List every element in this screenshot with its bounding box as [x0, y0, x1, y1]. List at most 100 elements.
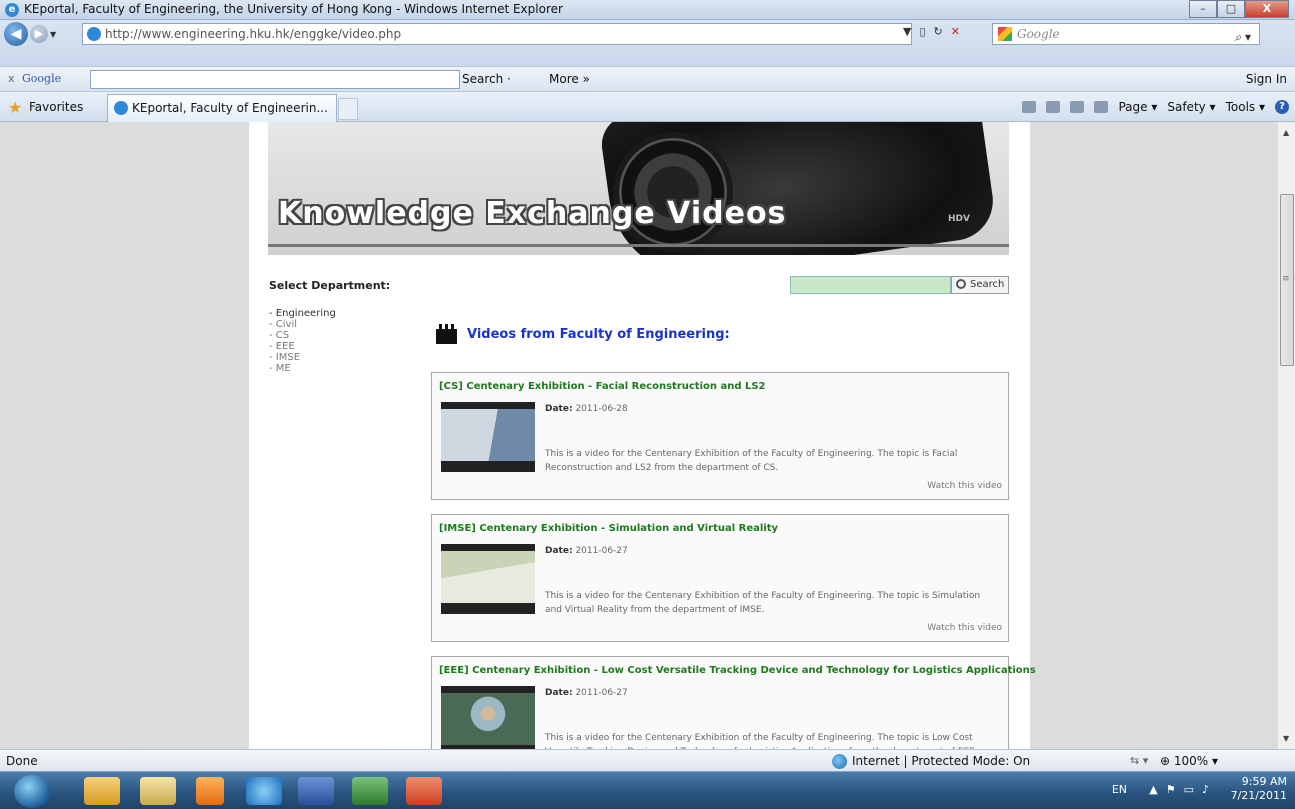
- video-thumbnail[interactable]: [441, 402, 535, 472]
- video-date: Date: 2011-06-27: [545, 688, 628, 698]
- safety-menu[interactable]: Safety ▾: [1167, 100, 1215, 114]
- start-button[interactable]: [14, 775, 50, 808]
- watch-video-link[interactable]: Watch this video: [927, 481, 1002, 491]
- mail-icon[interactable]: [1070, 101, 1085, 113]
- video-date-value: 2011-06-28: [575, 404, 628, 414]
- banner: HDV Knowledge Exchange Videos: [268, 122, 1009, 255]
- google-toolbar: x Google Search · More » Sign In: [0, 66, 1295, 92]
- video-card: [CS] Centenary Exhibition - Facial Recon…: [431, 372, 1009, 500]
- video-description: This is a video for the Centenary Exhibi…: [545, 449, 958, 473]
- department-link-cs[interactable]: - CS: [269, 330, 336, 341]
- video-date-label: Date:: [545, 546, 573, 556]
- video-thumbnail[interactable]: [441, 544, 535, 614]
- more-button[interactable]: More »: [549, 72, 590, 86]
- command-bar: Page ▾ Safety ▾ Tools ▾ ?: [1022, 100, 1289, 114]
- page-content: HDV Knowledge Exchange Videos Select Dep…: [249, 122, 1036, 749]
- security-zone-label: Internet | Protected Mode: On: [852, 754, 1031, 768]
- window-title: KEportal, Faculty of Engineering, the Un…: [24, 2, 563, 16]
- window-titlebar: e KEportal, Faculty of Engineering, the …: [0, 0, 1295, 20]
- sign-in-button[interactable]: Sign In: [1246, 72, 1287, 86]
- protected-mode-icon[interactable]: ⇆ ▾: [1130, 754, 1148, 767]
- history-dropdown-icon[interactable]: ▼: [50, 30, 56, 39]
- new-tab-button[interactable]: [338, 98, 358, 120]
- favorites-bar: ★ Favorites KEportal, Faculty of Enginee…: [0, 92, 1295, 122]
- address-dropdown-icon[interactable]: ▼: [903, 25, 911, 38]
- video-date-value: 2011-06-27: [575, 688, 628, 698]
- videos-heading-text: Videos from Faculty of Engineering:: [467, 326, 730, 342]
- status-text: Done: [6, 754, 38, 768]
- google-search-button[interactable]: Search ·: [462, 72, 511, 86]
- ie-logo-icon: e: [5, 3, 19, 17]
- search-engine-name: Google: [1017, 27, 1060, 41]
- search-box[interactable]: Google ⌕ ▾: [992, 23, 1260, 45]
- page-favicon-icon: [87, 27, 101, 41]
- print-icon[interactable]: [1094, 101, 1109, 113]
- google-search-icon: [998, 27, 1012, 41]
- excel-taskbar-icon[interactable]: [352, 777, 388, 805]
- address-url[interactable]: http://www.engineering.hku.hk/enggke/vid…: [105, 27, 401, 41]
- department-link-engineering[interactable]: - Engineering: [269, 308, 336, 319]
- security-zone[interactable]: Internet | Protected Mode: On: [832, 754, 1031, 769]
- app-taskbar-icon[interactable]: [406, 777, 442, 805]
- back-button[interactable]: ◀: [4, 22, 28, 46]
- forward-button[interactable]: ▶: [30, 25, 48, 43]
- address-bar[interactable]: http://www.engineering.hku.hk/enggke/vid…: [82, 23, 912, 45]
- navigation-bar: ◀ ▶ ▼ http://www.engineering.hku.hk/engg…: [0, 20, 1295, 66]
- clock-time[interactable]: 9:59 AM: [1231, 775, 1287, 789]
- video-card: [IMSE] Centenary Exhibition - Simulation…: [431, 514, 1009, 642]
- google-toolbar-input[interactable]: [90, 70, 460, 89]
- select-department-label: Select Department:: [269, 279, 391, 292]
- video-search-button[interactable]: Search: [951, 276, 1009, 294]
- video-title-link[interactable]: [EEE] Centenary Exhibition - Low Cost Ve…: [439, 665, 1036, 676]
- department-link-civil[interactable]: - Civil: [269, 319, 336, 330]
- browser-tab[interactable]: KEportal, Faculty of Engineerin...: [107, 94, 337, 122]
- close-button[interactable]: X: [1245, 0, 1289, 18]
- search-go-icon[interactable]: ⌕ ▾: [1234, 30, 1251, 45]
- department-link-me[interactable]: - ME: [269, 363, 336, 374]
- outlook-taskbar-icon[interactable]: [84, 777, 120, 805]
- scroll-grip-icon: ≡: [1282, 274, 1290, 284]
- tools-menu[interactable]: Tools ▾: [1226, 100, 1265, 114]
- stop-icon[interactable]: ✕: [951, 25, 960, 38]
- help-icon[interactable]: ?: [1275, 100, 1289, 114]
- clapperboard-icon: [436, 324, 457, 344]
- department-link-eee[interactable]: - EEE: [269, 341, 336, 352]
- watch-video-link[interactable]: Watch this video: [927, 623, 1002, 633]
- scroll-up-icon[interactable]: ▲: [1283, 128, 1289, 137]
- home-icon[interactable]: [1022, 101, 1037, 113]
- window-controls: – □ X: [1189, 0, 1289, 19]
- ie-taskbar-icon[interactable]: [246, 777, 282, 805]
- banner-divider: [268, 244, 1009, 247]
- video-card: [EEE] Centenary Exhibition - Low Cost Ve…: [431, 656, 1036, 749]
- tray-icons[interactable]: ▲⚑▭♪: [1149, 783, 1217, 797]
- department-list: - Engineering - Civil - CS - EEE - IMSE …: [269, 308, 336, 374]
- toolbar-close-button[interactable]: x: [8, 72, 15, 85]
- internet-globe-icon: [832, 754, 847, 769]
- video-title-link[interactable]: [CS] Centenary Exhibition - Facial Recon…: [439, 381, 766, 392]
- magnifier-icon: [956, 279, 966, 289]
- tab-label: KEportal, Faculty of Engineerin...: [132, 101, 328, 115]
- video-thumbnail[interactable]: [441, 686, 535, 749]
- vertical-scrollbar[interactable]: ▲ ≡ ▼: [1277, 122, 1295, 749]
- feeds-icon[interactable]: [1046, 101, 1061, 113]
- media-player-taskbar-icon[interactable]: [196, 777, 224, 805]
- maximize-button[interactable]: □: [1217, 0, 1245, 18]
- video-title-link[interactable]: [IMSE] Centenary Exhibition - Simulation…: [439, 523, 778, 534]
- word-taskbar-icon[interactable]: [298, 777, 334, 805]
- page-menu[interactable]: Page ▾: [1118, 100, 1157, 114]
- zoom-level[interactable]: ⊕ 100% ▾: [1160, 754, 1218, 768]
- scroll-down-icon[interactable]: ▼: [1283, 734, 1289, 743]
- department-link-imse[interactable]: - IMSE: [269, 352, 336, 363]
- clock-date[interactable]: 7/21/2011: [1231, 789, 1287, 803]
- favorites-star-icon[interactable]: ★: [8, 98, 22, 117]
- favorites-button[interactable]: Favorites: [29, 100, 83, 114]
- page-viewport: HDV Knowledge Exchange Videos Select Dep…: [0, 122, 1277, 749]
- minimize-button[interactable]: –: [1189, 0, 1217, 18]
- explorer-taskbar-icon[interactable]: [140, 777, 176, 805]
- taskbar: EN ▲⚑▭♪ 9:59 AM 7/21/2011: [0, 771, 1295, 809]
- compatibility-icon[interactable]: ▯: [919, 25, 925, 38]
- video-search-input[interactable]: [790, 276, 951, 294]
- video-date: Date: 2011-06-27: [545, 546, 628, 556]
- language-indicator[interactable]: EN: [1112, 783, 1127, 797]
- refresh-icon[interactable]: ↻: [934, 25, 943, 38]
